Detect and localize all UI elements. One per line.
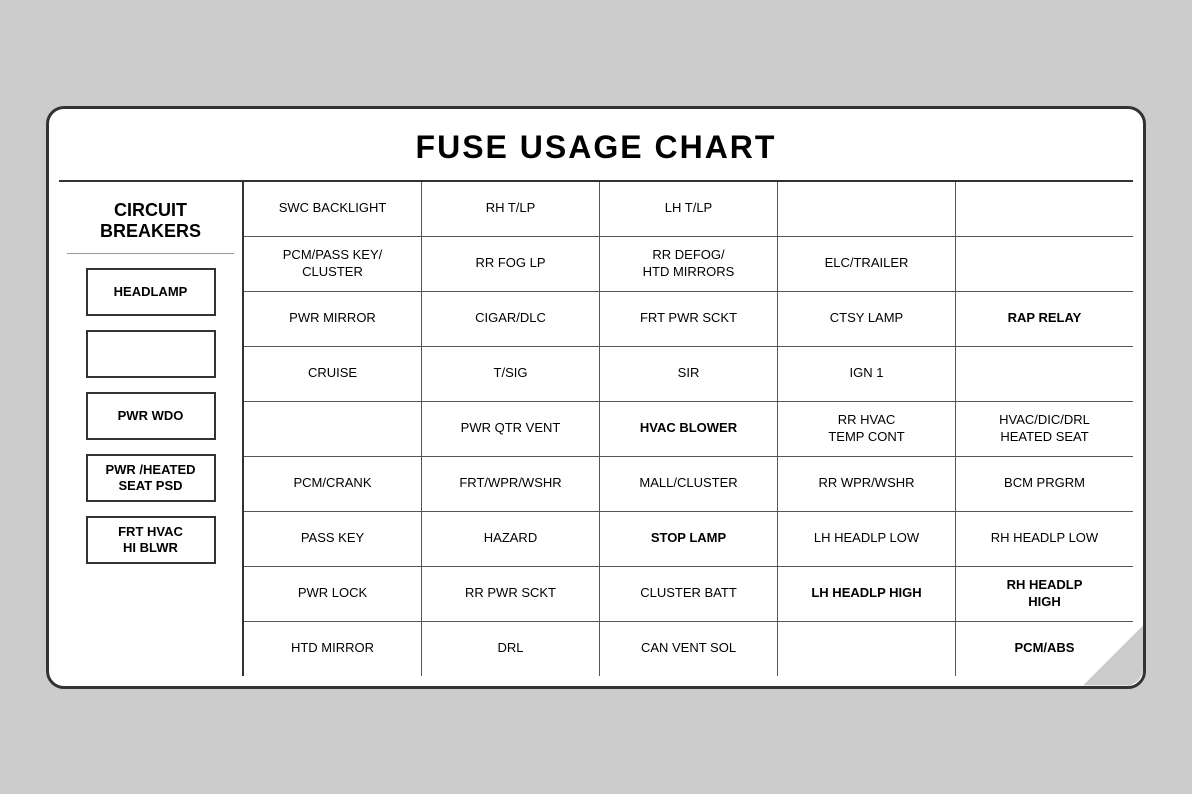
grid-cell: PASS KEY bbox=[244, 512, 422, 566]
grid-cell: HTD MIRROR bbox=[244, 622, 422, 676]
grid-cell: LH HEADLP HIGH bbox=[778, 567, 956, 621]
grid-cell: LH T/LP bbox=[600, 182, 778, 236]
grid-cell: HAZARD bbox=[422, 512, 600, 566]
grid-cell: HVAC/DIC/DRLHEATED SEAT bbox=[956, 402, 1133, 456]
grid-cell: PWR QTR VENT bbox=[422, 402, 600, 456]
grid-cell: HVAC BLOWER bbox=[600, 402, 778, 456]
grid-cell: RR WPR/WSHR bbox=[778, 457, 956, 511]
grid-cell: ELC/TRAILER bbox=[778, 237, 956, 291]
grid-row: PWR LOCKRR PWR SCKTCLUSTER BATTLH HEADLP… bbox=[244, 567, 1133, 622]
grid-cell: T/SIG bbox=[422, 347, 600, 401]
chart-body: CIRCUITBREAKERS HEADLAMP PWR WDO PWR /HE… bbox=[59, 182, 1133, 676]
breaker-frt-hvac: FRT HVACHI BLWR bbox=[86, 516, 216, 564]
grid-cell: PWR LOCK bbox=[244, 567, 422, 621]
grid-cell: RH HEADLPHIGH bbox=[956, 567, 1133, 621]
grid-cell: PWR MIRROR bbox=[244, 292, 422, 346]
grid-cell: PCM/CRANK bbox=[244, 457, 422, 511]
left-column: CIRCUITBREAKERS HEADLAMP PWR WDO PWR /HE… bbox=[59, 182, 244, 676]
grid-cell: IGN 1 bbox=[778, 347, 956, 401]
right-grid: SWC BACKLIGHTRH T/LPLH T/LPPCM/PASS KEY/… bbox=[244, 182, 1133, 676]
grid-row: PCM/PASS KEY/CLUSTERRR FOG LPRR DEFOG/HT… bbox=[244, 237, 1133, 292]
grid-cell bbox=[956, 347, 1133, 401]
grid-row: HTD MIRRORDRLCAN VENT SOLPCM/ABS bbox=[244, 622, 1133, 676]
grid-cell bbox=[244, 402, 422, 456]
grid-cell: RR HVACTEMP CONT bbox=[778, 402, 956, 456]
grid-cell: DRL bbox=[422, 622, 600, 676]
grid-cell: CRUISE bbox=[244, 347, 422, 401]
grid-cell: RR PWR SCKT bbox=[422, 567, 600, 621]
grid-cell: RH HEADLP LOW bbox=[956, 512, 1133, 566]
grid-cell: PCM/PASS KEY/CLUSTER bbox=[244, 237, 422, 291]
grid-cell: SIR bbox=[600, 347, 778, 401]
grid-cell: BCM PRGRM bbox=[956, 457, 1133, 511]
circuit-breakers-header: CIRCUITBREAKERS bbox=[67, 192, 234, 254]
grid-cell bbox=[778, 182, 956, 236]
grid-cell: CLUSTER BATT bbox=[600, 567, 778, 621]
breaker-headlamp: HEADLAMP bbox=[86, 268, 216, 316]
grid-row: PWR MIRRORCIGAR/DLCFRT PWR SCKTCTSY LAMP… bbox=[244, 292, 1133, 347]
grid-cell: CTSY LAMP bbox=[778, 292, 956, 346]
grid-cell: STOP LAMP bbox=[600, 512, 778, 566]
grid-cell bbox=[778, 622, 956, 676]
grid-cell: MALL/CLUSTER bbox=[600, 457, 778, 511]
grid-cell: RR DEFOG/HTD MIRRORS bbox=[600, 237, 778, 291]
grid-cell: RH T/LP bbox=[422, 182, 600, 236]
grid-cell: FRT/WPR/WSHR bbox=[422, 457, 600, 511]
breaker-pwr-wdo: PWR WDO bbox=[86, 392, 216, 440]
grid-cell bbox=[956, 237, 1133, 291]
breaker-pwr-heated-seat: PWR /HEATEDSEAT PSD bbox=[86, 454, 216, 502]
grid-cell: SWC BACKLIGHT bbox=[244, 182, 422, 236]
grid-cell: CIGAR/DLC bbox=[422, 292, 600, 346]
grid-row: PWR QTR VENTHVAC BLOWERRR HVACTEMP CONTH… bbox=[244, 402, 1133, 457]
grid-row: SWC BACKLIGHTRH T/LPLH T/LP bbox=[244, 182, 1133, 237]
grid-cell bbox=[956, 182, 1133, 236]
grid-row: PASS KEYHAZARDSTOP LAMPLH HEADLP LOWRH H… bbox=[244, 512, 1133, 567]
grid-cell: RAP RELAY bbox=[956, 292, 1133, 346]
grid-cell: RR FOG LP bbox=[422, 237, 600, 291]
chart-title: FUSE USAGE CHART bbox=[59, 119, 1133, 182]
fuse-chart-container: FUSE USAGE CHART CIRCUITBREAKERS HEADLAM… bbox=[46, 106, 1146, 689]
grid-row: PCM/CRANKFRT/WPR/WSHRMALL/CLUSTERRR WPR/… bbox=[244, 457, 1133, 512]
breaker-empty bbox=[86, 330, 216, 378]
grid-cell: CAN VENT SOL bbox=[600, 622, 778, 676]
grid-row: CRUISET/SIGSIRIGN 1 bbox=[244, 347, 1133, 402]
grid-cell: LH HEADLP LOW bbox=[778, 512, 956, 566]
grid-cell: FRT PWR SCKT bbox=[600, 292, 778, 346]
